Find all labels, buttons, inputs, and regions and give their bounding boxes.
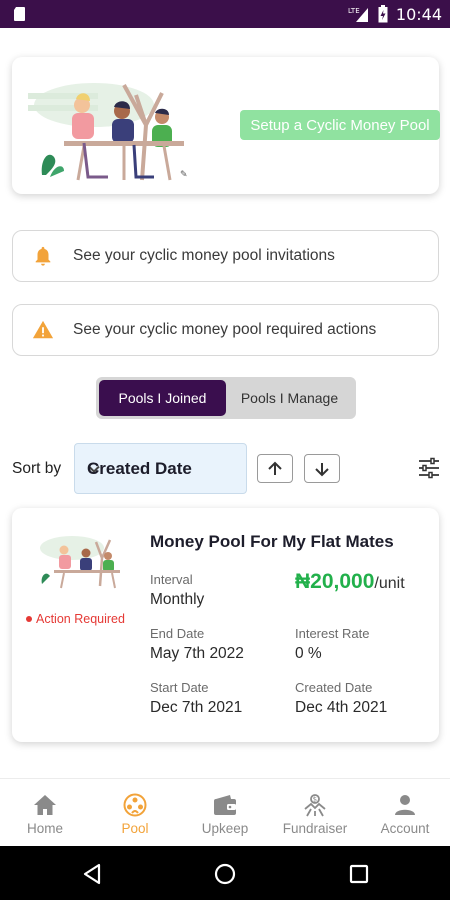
sort-descending-button[interactable] bbox=[304, 454, 340, 483]
sort-select[interactable]: Created Date bbox=[74, 443, 247, 494]
fundraiser-icon: $ bbox=[304, 794, 326, 817]
end-date-label: End Date bbox=[150, 626, 205, 641]
interest-rate-value: 0 % bbox=[295, 645, 322, 662]
clock: 10:44 bbox=[395, 4, 442, 24]
interval-label: Interval bbox=[150, 572, 193, 587]
warning-icon bbox=[32, 320, 54, 339]
pool-illustration bbox=[40, 536, 120, 589]
sd-card-icon bbox=[14, 7, 25, 21]
nav-fundraiser-label: Fundraiser bbox=[282, 821, 348, 836]
setup-cyclic-money-pool-button[interactable]: Setup a Cyclic Money Pool bbox=[240, 110, 440, 140]
account-icon bbox=[395, 795, 415, 815]
bell-icon bbox=[35, 246, 51, 266]
home-icon bbox=[34, 795, 56, 815]
nav-pool-label: Pool bbox=[121, 821, 149, 836]
created-date-value: Dec 4th 2021 bbox=[295, 699, 388, 716]
sort-by-label: Sort by bbox=[12, 460, 62, 477]
nav-account[interactable]: Account bbox=[360, 779, 450, 846]
wallet-icon bbox=[214, 795, 236, 815]
amount-unit: /unit bbox=[374, 575, 405, 592]
tab-pools-i-manage[interactable]: Pools I Manage bbox=[226, 380, 353, 416]
alert-dot-icon bbox=[26, 616, 32, 622]
created-date-label: Created Date bbox=[295, 680, 373, 695]
nav-home-label: Home bbox=[26, 821, 63, 836]
pool-title: Money Pool For My Flat Mates bbox=[150, 532, 394, 551]
svg-text:✎: ✎ bbox=[180, 170, 188, 180]
start-date-label: Start Date bbox=[150, 680, 209, 695]
battery-icon bbox=[378, 5, 388, 23]
filter-settings-icon[interactable] bbox=[417, 455, 441, 481]
pool-amount: ₦20,000/unit bbox=[295, 570, 405, 594]
back-icon[interactable] bbox=[80, 862, 104, 886]
network-label: LTE bbox=[348, 7, 360, 15]
arrow-down-icon bbox=[315, 462, 329, 476]
interest-rate-label: Interest Rate bbox=[295, 626, 370, 641]
required-actions-text: See your cyclic money pool required acti… bbox=[73, 321, 377, 338]
nav-upkeep-label: Upkeep bbox=[201, 821, 249, 836]
nav-account-label: Account bbox=[380, 821, 430, 836]
end-date-value: May 7th 2022 bbox=[150, 645, 244, 662]
hero-card: ✎ Setup a Cyclic Money Pool bbox=[12, 57, 440, 194]
recents-icon[interactable] bbox=[347, 862, 371, 886]
svg-text:$: $ bbox=[313, 796, 317, 804]
start-date-value: Dec 7th 2021 bbox=[150, 699, 243, 716]
friends-table-illustration: ✎ bbox=[28, 83, 188, 181]
interval-value: Monthly bbox=[150, 591, 205, 608]
status-bar: LTE 10:44 bbox=[0, 0, 450, 28]
signal-icon: LTE bbox=[348, 7, 368, 22]
sort-selected-value: Created Date bbox=[87, 458, 192, 478]
nav-fundraiser[interactable]: $ Fundraiser bbox=[270, 779, 360, 846]
amount-value: ₦20,000 bbox=[295, 570, 375, 593]
pool-icon bbox=[123, 793, 147, 817]
nav-pool[interactable]: Pool bbox=[90, 779, 180, 846]
android-nav-bar bbox=[0, 846, 450, 900]
action-required-text: Action Required bbox=[36, 612, 125, 626]
invitations-row[interactable]: See your cyclic money pool invitations bbox=[12, 230, 439, 282]
home-button-icon[interactable] bbox=[213, 862, 237, 886]
action-required-badge: Action Required bbox=[26, 612, 125, 626]
nav-upkeep[interactable]: Upkeep bbox=[180, 779, 270, 846]
arrow-up-icon bbox=[268, 461, 282, 475]
sort-ascending-button[interactable] bbox=[257, 454, 293, 483]
required-actions-row[interactable]: See your cyclic money pool required acti… bbox=[12, 304, 439, 356]
invitations-text: See your cyclic money pool invitations bbox=[73, 247, 335, 264]
tab-pools-i-joined[interactable]: Pools I Joined bbox=[99, 380, 226, 416]
pool-card[interactable]: Action Required Money Pool For My Flat M… bbox=[12, 508, 439, 742]
bottom-nav: Home Pool Upkeep $ Fundraiser Account bbox=[0, 778, 450, 846]
pool-tabs: Pools I Joined Pools I Manage bbox=[96, 377, 356, 419]
nav-home[interactable]: Home bbox=[0, 779, 90, 846]
